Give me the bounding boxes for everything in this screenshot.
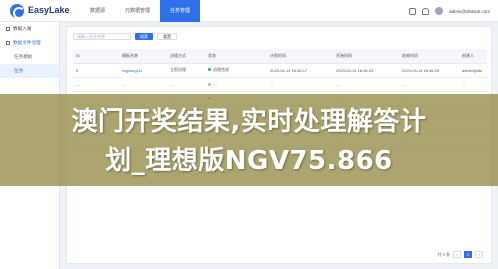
settings-icon[interactable] xyxy=(409,7,417,15)
folder-icon xyxy=(6,41,10,45)
status-dot-icon xyxy=(208,68,211,72)
top-header: EasyLake 数据源 元数据管理 任务管理 admin@dtstack.co… xyxy=(0,0,498,22)
overlay-text-line-1: 澳门开奖结果,实时处理解答计 xyxy=(71,107,427,137)
pagination-total: 共 9 条 xyxy=(437,251,450,257)
cell-id: … xyxy=(73,77,119,92)
cell-mode: 立即治理 xyxy=(167,63,205,78)
avatar[interactable] xyxy=(435,7,444,15)
easylake-logo-icon xyxy=(10,4,25,19)
sidebar-item-data-ingest[interactable]: 数据入湖 xyxy=(0,22,59,36)
col-planned: 计划时间 xyxy=(267,49,333,64)
cell-start: 2023-04-14 16:46:23 xyxy=(333,63,399,78)
status-text: … xyxy=(213,81,217,87)
cell-template-link[interactable]: lingliang111 xyxy=(119,63,167,78)
user-email[interactable]: admin@dtstack.com xyxy=(449,9,490,14)
sidebar-item-label: 任务 xyxy=(14,68,24,73)
col-template: 模板名称 xyxy=(119,49,167,64)
overlay-text-line-2: 划_理想版NGV75.866 xyxy=(105,146,393,176)
table-row[interactable]: 9 lingliang111 立即治理 治理完成 2023-04-14 16:4… xyxy=(73,63,487,78)
brand-name: EasyLake xyxy=(28,5,70,15)
col-creator: 创建人 xyxy=(459,49,487,64)
next-page-button[interactable]: › xyxy=(475,251,483,258)
tab-datasource[interactable]: 数据源 xyxy=(80,0,115,22)
sidebar-item-label: 任务模板 xyxy=(14,54,33,59)
cell-planned: … xyxy=(267,77,333,92)
toolbar: 请输入任务名称 搜索 重置 xyxy=(73,33,177,40)
cell-template-link[interactable]: … xyxy=(119,77,167,92)
status-dot-icon xyxy=(208,82,211,86)
table-row[interactable]: … … … … … … … … xyxy=(73,77,487,92)
cell-creator: admin@dts xyxy=(459,63,487,78)
database-icon xyxy=(6,27,10,31)
tab-metadata[interactable]: 元数据管理 xyxy=(115,0,160,22)
cell-mode: … xyxy=(167,77,205,92)
sidebar-item-label: 数据文件治理 xyxy=(13,40,41,45)
sidebar-item-tasks[interactable]: 任务 xyxy=(0,64,59,78)
cell-planned: 2023-04-14 16:46:17 xyxy=(267,63,333,78)
cell-end: 2023-04-14 16:46:23 xyxy=(399,63,459,78)
prev-page-button[interactable]: ‹ xyxy=(453,251,461,258)
top-nav: 数据源 元数据管理 任务管理 xyxy=(80,0,201,22)
status-text: 治理完成 xyxy=(213,67,229,72)
sidebar-item-file-governance[interactable]: 数据文件治理 xyxy=(0,36,59,50)
cell-start: … xyxy=(333,77,399,92)
col-status: 状态 xyxy=(205,49,267,64)
bell-icon[interactable] xyxy=(422,7,430,15)
col-end: 结束时间 xyxy=(399,49,459,64)
pagination: 共 9 条 ‹ 1 › xyxy=(438,251,483,258)
reset-button[interactable]: 重置 xyxy=(157,33,177,40)
tab-task-management[interactable]: 任务管理 xyxy=(160,0,201,22)
sidebar-item-label: 数据入湖 xyxy=(13,26,32,31)
col-start: 开始时间 xyxy=(333,49,399,64)
cell-id: 9 xyxy=(73,63,119,78)
cell-end: … xyxy=(399,77,459,92)
cell-creator: … xyxy=(459,77,487,92)
header-actions: admin@dtstack.com xyxy=(409,0,490,22)
table-header-row: ID 模板名称 治理方式 状态 计划时间 开始时间 结束时间 创建人 xyxy=(73,49,487,64)
search-input[interactable]: 请输入任务名称 xyxy=(73,33,131,40)
search-button[interactable]: 搜索 xyxy=(135,33,153,40)
sidebar-item-task-template[interactable]: 任务模板 xyxy=(0,50,59,64)
col-id: ID xyxy=(73,49,119,64)
col-mode: 治理方式 xyxy=(167,49,205,64)
cell-status: … xyxy=(205,77,267,92)
page-button[interactable]: 1 xyxy=(464,251,472,258)
cell-status: 治理完成 xyxy=(205,63,267,78)
